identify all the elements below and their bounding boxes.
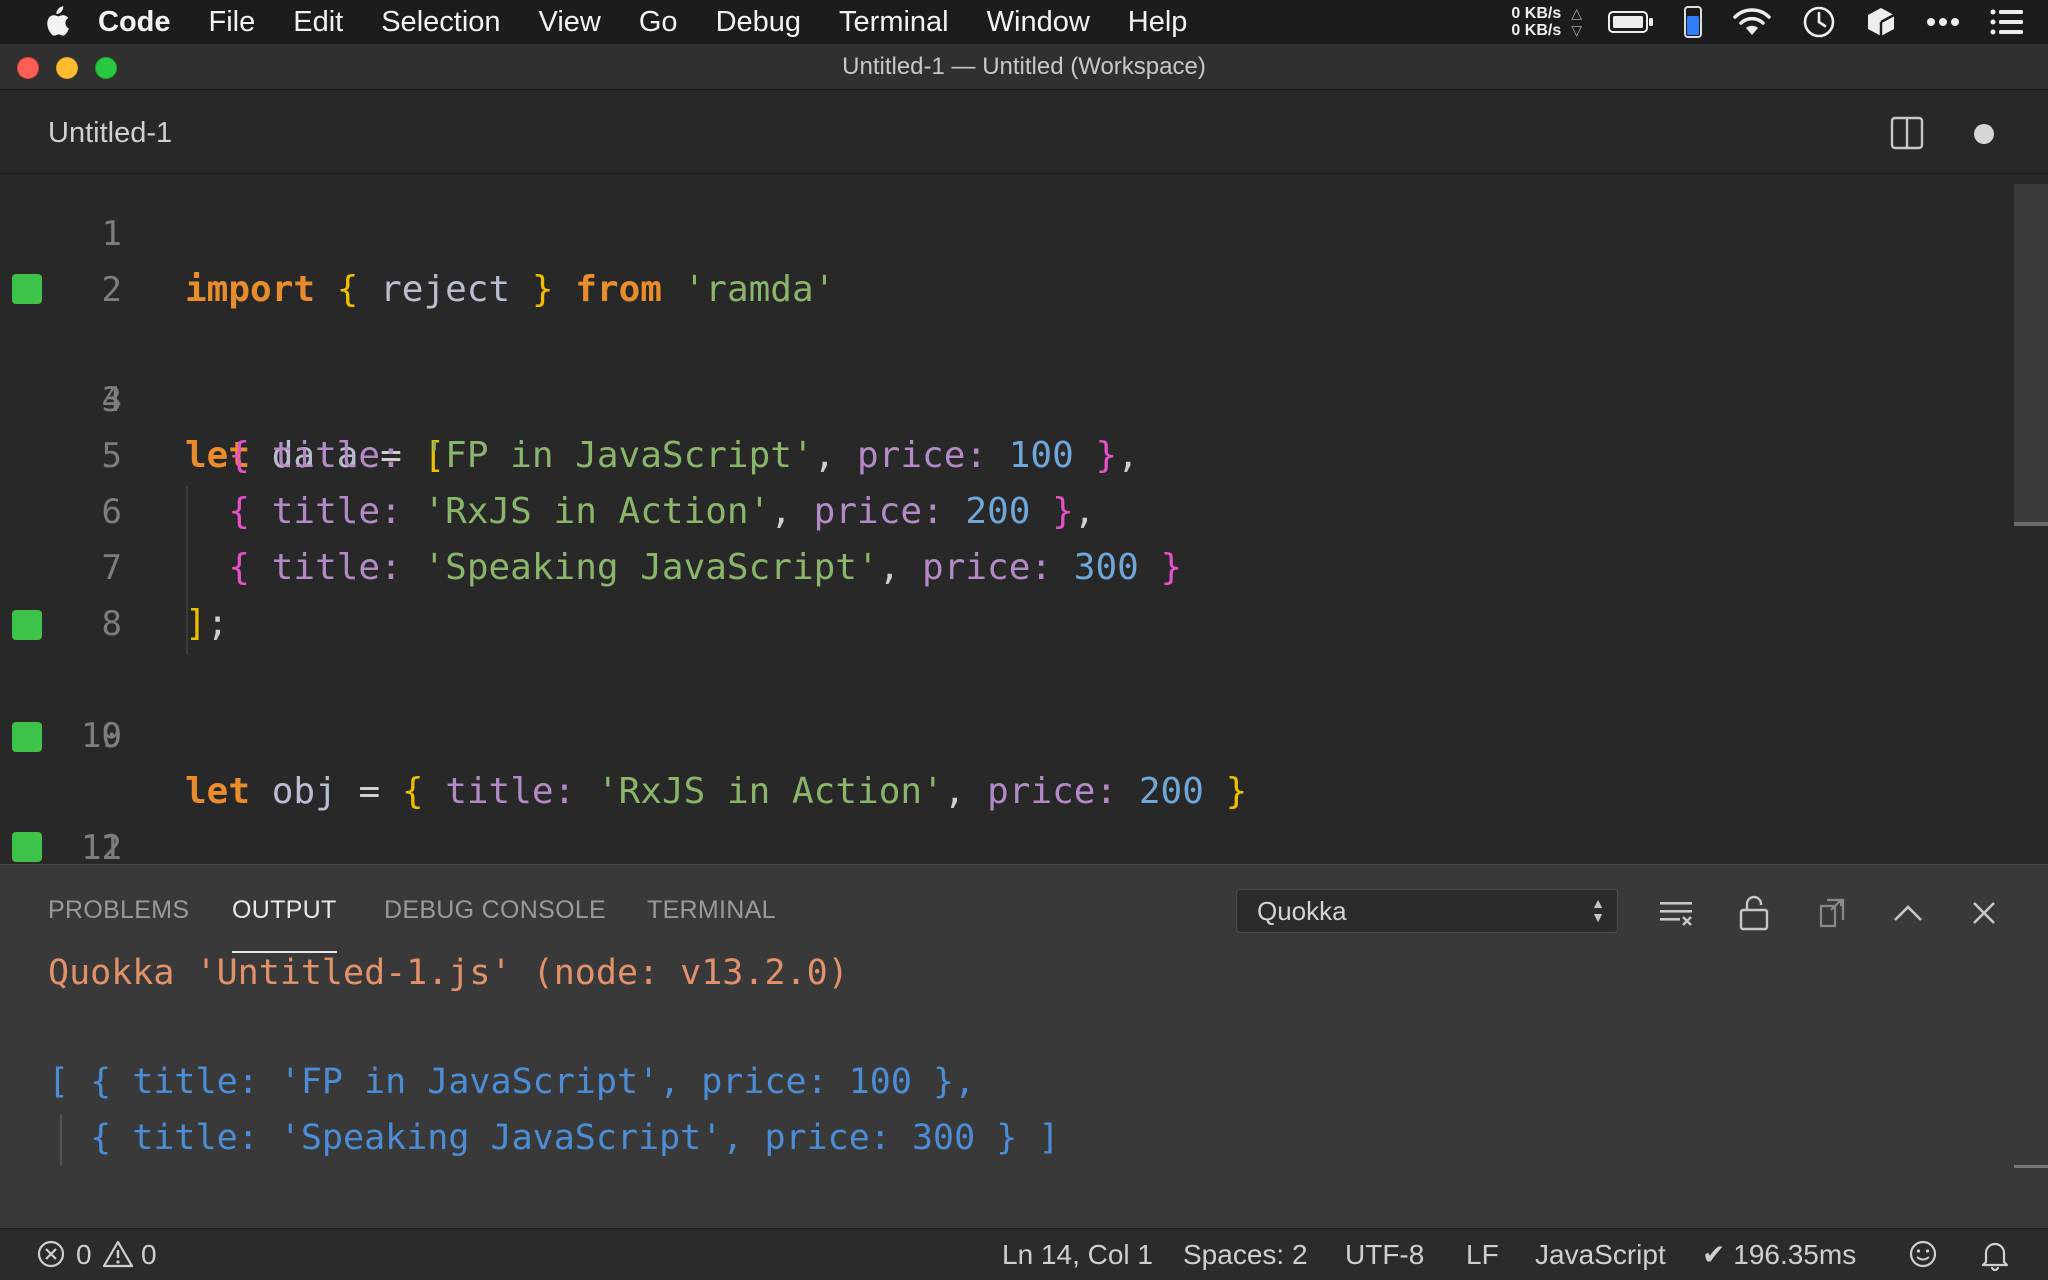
unsaved-changes-dot-icon[interactable] xyxy=(1974,124,1994,144)
network-arrows: △ ▽ xyxy=(1571,5,1582,39)
menu-file[interactable]: File xyxy=(209,0,256,44)
maximize-panel-chevron-up-icon[interactable] xyxy=(1886,891,1930,935)
code-line-9: 9 let obj = { title: 'RxJS in Action', p… xyxy=(0,596,2010,812)
output-line: { title: 'Speaking JavaScript', price: 3… xyxy=(48,1118,1060,1158)
notification-center-list-icon[interactable] xyxy=(1990,9,2024,35)
menu-view[interactable]: View xyxy=(539,0,601,44)
close-panel-icon[interactable] xyxy=(1962,891,2006,935)
tab-problems[interactable]: PROBLEMS xyxy=(48,865,189,955)
code-line-10: 10 xyxy=(0,652,2010,756)
feedback-smiley-icon[interactable] xyxy=(1908,1239,1938,1276)
menu-go[interactable]: Go xyxy=(639,0,678,44)
code-line-7: 7 ]; xyxy=(0,484,2010,644)
network-download-speed: 0 KB/s xyxy=(1511,22,1562,39)
menu-help[interactable]: Help xyxy=(1128,0,1188,44)
quokka-run-time[interactable]: ✔ 196.35ms xyxy=(1702,1229,1856,1280)
box-app-icon[interactable] xyxy=(1866,6,1896,38)
code-line-11: 11 let fn = obj ⇒ reject(x ⇒ x.title ═══… xyxy=(0,708,2010,864)
output-channel-value: Quokka xyxy=(1257,896,1347,926)
panel-tab-bar: PROBLEMS OUTPUT DEBUG CONSOLE TERMINAL Q… xyxy=(0,865,2048,953)
output-header-line: Quokka 'Untitled-1.js' (node: v13.2.0) xyxy=(48,953,849,993)
menu-terminal[interactable]: Terminal xyxy=(839,0,949,44)
notifications-bell-icon[interactable] xyxy=(1980,1239,2010,1278)
more-dots-icon[interactable] xyxy=(1926,17,1960,27)
window-title: Untitled-1 — Untitled (Workspace) xyxy=(842,53,1206,80)
download-arrow-icon: ▽ xyxy=(1571,22,1582,38)
output-channel-select[interactable]: Quokka ▲ ▼ xyxy=(1236,889,1618,933)
bottom-panel: PROBLEMS OUTPUT DEBUG CONSOLE TERMINAL Q… xyxy=(0,864,2048,1228)
code-line-12: 12 xyxy=(0,764,2010,864)
end-of-line-sequence[interactable]: LF xyxy=(1466,1229,1499,1280)
apple-logo-icon[interactable] xyxy=(34,0,78,44)
menu-edit[interactable]: Edit xyxy=(293,0,343,44)
menu-debug[interactable]: Debug xyxy=(716,0,801,44)
code-line-2: 2 xyxy=(0,206,2010,310)
file-encoding[interactable]: UTF-8 xyxy=(1345,1229,1424,1280)
scroll-lock-unlocked-icon[interactable] xyxy=(1732,891,1776,935)
editor-tab-untitled-1[interactable]: Untitled-1 xyxy=(48,90,172,176)
phone-battery-icon[interactable] xyxy=(1684,6,1702,38)
error-count[interactable]: 0 xyxy=(76,1229,92,1280)
editor-scrollbar-thumb[interactable] xyxy=(2014,184,2048,524)
upload-arrow-icon: △ xyxy=(1571,5,1582,21)
output-line: [ { title: 'FP in JavaScript', price: 10… xyxy=(48,1062,976,1102)
open-log-file-icon[interactable] xyxy=(1810,891,1854,935)
menu-bar-tray: 0 KB/s 0 KB/s △ ▽ xyxy=(1511,0,2048,44)
code-editor[interactable]: 1 import { reject } from 'ramda' 2 3 let… xyxy=(0,174,2048,864)
code-line-13: 13 console.dir(fn(obj)(data)) xyxy=(0,818,2010,864)
cursor-position[interactable]: Ln 14, Col 1 xyxy=(1002,1229,1153,1280)
gutter-modified-marker xyxy=(12,274,42,304)
window-title-bar: Untitled-1 — Untitled (Workspace) xyxy=(0,44,2048,90)
errors-circle-x-icon[interactable] xyxy=(36,1239,66,1276)
tab-debug-console[interactable]: DEBUG CONSOLE xyxy=(384,865,606,955)
wifi-icon[interactable] xyxy=(1732,7,1772,37)
indentation-setting[interactable]: Spaces: 2 xyxy=(1183,1229,1308,1280)
code-line-1: 1 import { reject } from 'ramda' xyxy=(0,174,2010,310)
split-editor-icon[interactable] xyxy=(1890,116,1924,155)
editor-tab-bar: Untitled-1 xyxy=(0,90,2048,174)
gutter-modified-marker xyxy=(12,610,42,640)
menu-window[interactable]: Window xyxy=(987,0,1090,44)
language-mode[interactable]: JavaScript xyxy=(1535,1229,1666,1280)
warnings-triangle-icon[interactable] xyxy=(102,1239,134,1276)
code-line-3: 3 let data = [ xyxy=(0,260,2010,476)
code-line-6: 6 { title: 'Speaking JavaScript', price:… xyxy=(0,428,2010,588)
menu-bar: Code File Edit Selection View Go Debug T… xyxy=(0,0,2048,44)
panel-scrollbar-marker xyxy=(2014,1165,2048,1168)
warning-count[interactable]: 0 xyxy=(141,1229,157,1280)
tab-output[interactable]: OUTPUT xyxy=(232,865,337,955)
select-arrows-icon: ▲ ▼ xyxy=(1591,895,1605,925)
code-line-5: 5 { title: 'RxJS in Action', price: 200 … xyxy=(0,372,2010,532)
clear-output-icon[interactable] xyxy=(1654,891,1698,935)
output-log[interactable]: Quokka 'Untitled-1.js' (node: v13.2.0) [… xyxy=(0,945,2048,1229)
gutter-modified-marker xyxy=(12,832,42,862)
battery-icon[interactable] xyxy=(1608,10,1654,34)
time-machine-clock-icon[interactable] xyxy=(1802,5,1836,39)
code-line-8: 8 xyxy=(0,540,2010,644)
network-upload-speed: 0 KB/s xyxy=(1511,5,1562,22)
tab-terminal[interactable]: TERMINAL xyxy=(647,865,776,955)
editor-scrollbar-marker xyxy=(2014,522,2048,526)
status-bar: 0 0 Ln 14, Col 1 Spaces: 2 UTF-8 LF Java… xyxy=(0,1228,2048,1280)
code-line-4: 4 { title: 'FP in JavaScript', price: 10… xyxy=(0,316,2010,476)
gutter-modified-marker xyxy=(12,722,42,752)
menu-app-name[interactable]: Code xyxy=(98,0,171,44)
menu-selection[interactable]: Selection xyxy=(381,0,500,44)
network-speed: 0 KB/s 0 KB/s xyxy=(1511,5,1561,39)
